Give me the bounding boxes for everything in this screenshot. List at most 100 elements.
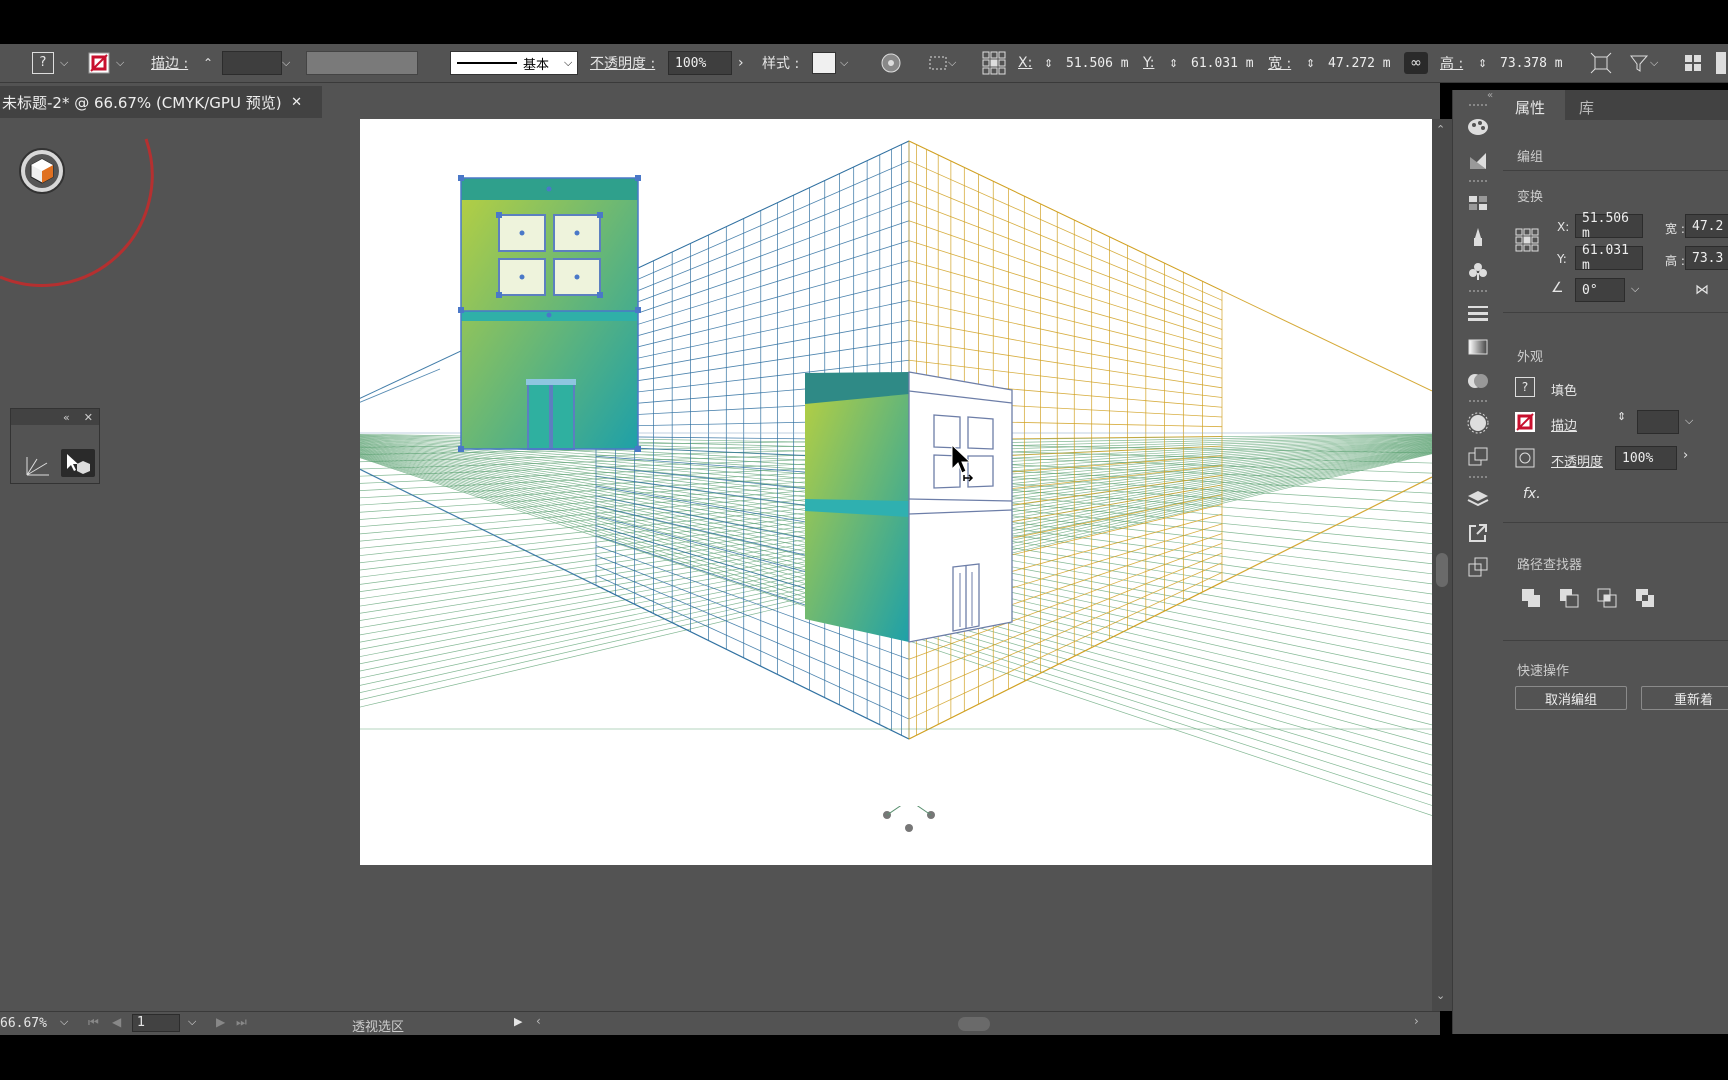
artboard-number-input[interactable]: 1 [132,1014,180,1032]
minus-front-icon[interactable] [1559,588,1579,612]
width-input[interactable]: 47.2 [1685,214,1728,238]
flat-building-artwork[interactable] [458,175,641,452]
scroll-right-icon[interactable]: › [1414,1014,1419,1028]
y-input[interactable]: 61.031 m [1575,243,1643,273]
stroke-stepper-icon[interactable]: ⌃ [203,44,213,82]
last-artboard-icon[interactable]: ⏭ [236,1015,247,1030]
stroke-panel-icon[interactable] [1465,300,1491,326]
collapse-icon[interactable]: « [1487,90,1493,101]
stroke-label[interactable]: 描边 [1551,415,1577,434]
stroke-swatch[interactable] [1515,412,1535,436]
swatches-icon[interactable] [1465,190,1491,216]
unite-icon[interactable] [1521,588,1541,612]
chevron-down-icon[interactable]: ⌵ [564,44,572,82]
graphic-style-swatch[interactable] [812,52,836,74]
opacity-input[interactable]: 100% [1615,446,1677,470]
x-input[interactable]: 51.506 m [1575,211,1643,241]
horizontal-scrollbar-thumb[interactable] [958,1017,990,1031]
close-icon[interactable]: ✕ [291,95,302,110]
gradient-panel-icon[interactable] [1465,334,1491,360]
next-artboard-icon[interactable]: ▶ [216,1015,225,1029]
scroll-down-icon[interactable]: ⌄ [1436,989,1445,1002]
brushes-icon[interactable] [1465,224,1491,250]
h-stepper-icon[interactable]: ⇕ [1478,44,1487,82]
stroke-weight-input[interactable] [1637,410,1679,434]
chevron-down-icon[interactable]: ⌵ [60,1015,68,1029]
recolor-artwork-icon[interactable] [880,44,902,82]
opacity-label[interactable]: 不透明度 [1551,451,1603,470]
chevron-down-icon[interactable]: ⌵ [116,56,124,70]
previous-artboard-icon[interactable]: ◀ [112,1015,121,1029]
graphic-styles-icon[interactable] [1465,444,1491,470]
perspective-ground-handles[interactable] [880,806,950,836]
fill-swatch[interactable]: ? ⌵ [32,44,68,82]
y-stepper-icon[interactable]: ⇕ [1169,44,1178,82]
chevron-down-icon[interactable]: ⌵ [188,1015,196,1029]
constrain-proportions-icon[interactable]: ∞ [1404,44,1428,82]
tab-library[interactable]: 库 [1579,97,1594,118]
zoom-level[interactable]: 66.67% [0,1016,47,1031]
transparency-icon[interactable] [1465,368,1491,394]
flip-horizontal-icon[interactable]: ⋈ [1695,282,1709,298]
brush-definition[interactable]: 基本 [450,51,578,75]
ungroup-button[interactable]: 取消编组 [1515,686,1627,710]
chevron-down-icon[interactable]: ⌵ [1631,282,1639,296]
stroke-label[interactable]: 描边 : [151,44,188,82]
fill-swatch[interactable]: ? [1515,377,1535,397]
status-menu-icon[interactable]: ▶ [514,1015,522,1028]
perspective-grid-tool-icon[interactable] [25,453,51,481]
transform-icon[interactable] [1590,44,1612,82]
arrange-documents-icon[interactable] [1684,44,1702,82]
close-icon[interactable]: ✕ [84,411,93,424]
x-input[interactable]: 51.506 m [1060,51,1134,75]
fx-icon[interactable]: fx. [1523,486,1541,502]
document-tab[interactable]: 未标题-2* @ 66.67% (CMYK/GPU 预览) ✕ [0,86,322,118]
opacity-label[interactable]: 不透明度 : [590,44,655,82]
recolor-button[interactable]: 重新着 [1641,686,1728,710]
w-stepper-icon[interactable]: ⇕ [1306,44,1315,82]
chevron-down-icon[interactable]: ⌵ [840,44,848,82]
width-input[interactable]: 47.272 m [1322,51,1396,75]
chevron-down-icon[interactable]: ⌵ [282,44,290,82]
artboards-icon[interactable] [1465,554,1491,580]
perspective-plane-widget[interactable] [0,119,160,289]
reference-point-icon[interactable] [982,44,1006,82]
export-icon[interactable] [1465,520,1491,546]
layers-icon[interactable] [1465,486,1491,512]
reference-point-icon[interactable] [1515,228,1539,256]
first-artboard-icon[interactable]: ⏮ [88,1015,99,1030]
stroke-stepper-icon[interactable]: ⇕ [1617,410,1626,423]
intersect-icon[interactable] [1597,588,1617,612]
perspective-building[interactable] [805,371,1013,643]
stroke-swatch[interactable]: ⌵ [88,44,124,82]
opacity-input[interactable]: 100% [668,51,732,75]
artboard[interactable] [360,119,1432,865]
collapse-icon[interactable]: « [63,411,70,424]
chevron-down-icon[interactable]: ⌵ [1685,414,1693,428]
x-stepper-icon[interactable]: ⇕ [1044,44,1053,82]
tab-properties[interactable]: 属性 [1515,97,1545,118]
appearance-icon[interactable] [1465,410,1491,436]
y-input[interactable]: 61.031 m [1185,51,1259,75]
perspective-grid-drawing[interactable] [360,119,1432,865]
rotate-angle-input[interactable]: 0° [1575,278,1625,302]
stroke-weight-input[interactable] [222,51,282,75]
exclude-icon[interactable] [1635,588,1655,612]
scroll-left-icon[interactable]: ‹ [536,1014,541,1028]
gradient-swatch-icon[interactable] [1465,148,1491,174]
chevron-right-icon[interactable]: › [738,44,744,82]
vertical-scrollbar[interactable]: ⌃ ⌄ [1432,119,1452,1011]
scroll-up-icon[interactable]: ⌃ [1436,123,1445,136]
symbols-icon[interactable] [1465,258,1491,284]
chevron-right-icon[interactable]: › [1683,448,1688,463]
panel-toggle-icon[interactable] [1716,44,1726,82]
align-icon[interactable]: ⌵ [928,44,956,82]
variable-width-profile[interactable] [306,51,418,75]
height-input[interactable]: 73.3 [1685,246,1728,270]
scrollbar-thumb[interactable] [1436,553,1448,587]
height-input[interactable]: 73.378 m [1494,51,1568,75]
chevron-down-icon[interactable]: ⌵ [60,56,68,70]
isolate-icon[interactable]: ⌵ [1628,44,1658,82]
color-guide-icon[interactable] [1465,114,1491,140]
perspective-selection-tool-icon[interactable] [61,449,95,477]
